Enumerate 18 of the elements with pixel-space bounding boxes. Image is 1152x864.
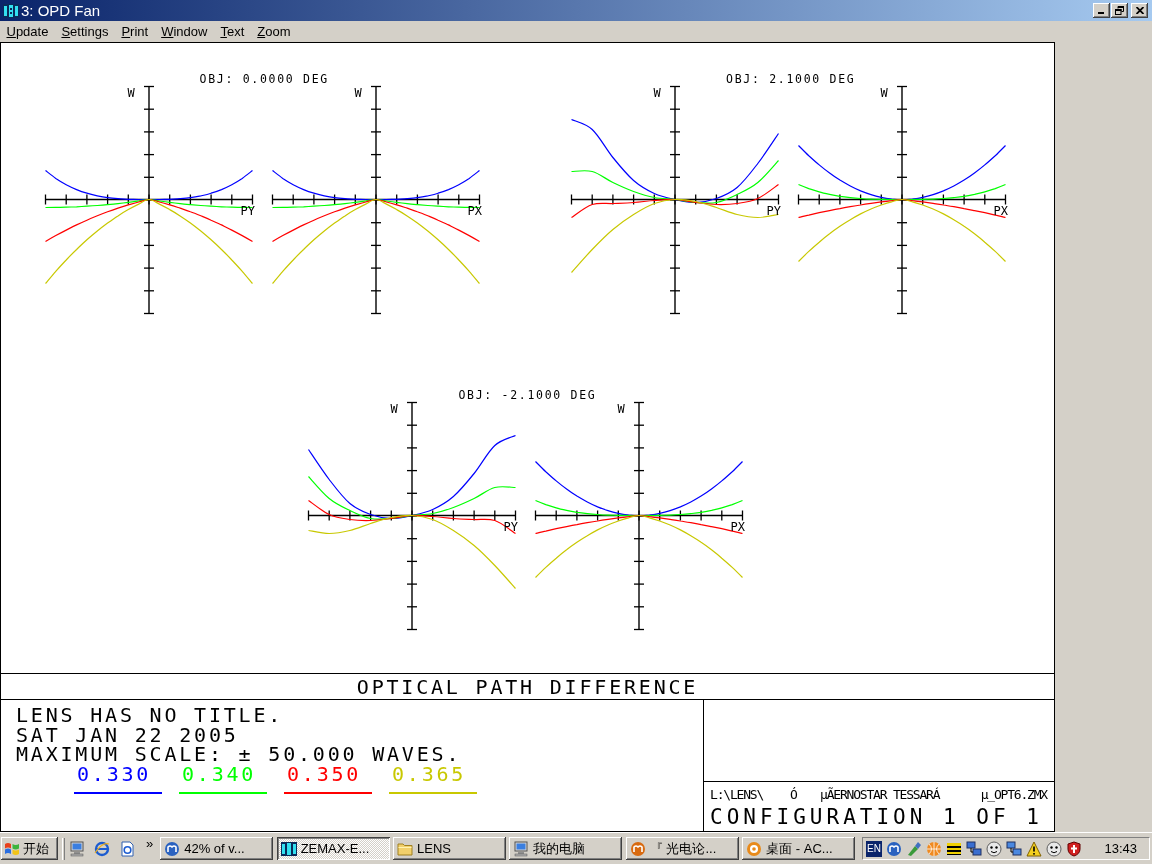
plot-title: OBJ: 2.1000 DEG xyxy=(726,73,856,86)
clock: 13:43 xyxy=(1104,840,1137,857)
wavelength-label: 0.365 xyxy=(391,764,467,784)
info-line: MAXIMUM SCALE: ± 50.000 WAVES. xyxy=(16,745,463,765)
plot-title: OBJ: 0.0000 DEG xyxy=(199,73,329,86)
chart-caption: OPTICAL PATH DIFFERENCE xyxy=(356,675,699,698)
file-path: L:\LENS\ xyxy=(710,787,764,803)
info-line: LENS HAS NO TITLE. xyxy=(16,706,285,726)
wavelength-label: 0.350 xyxy=(286,764,362,784)
file-marker: Ó xyxy=(790,787,798,803)
wavelength-label: 0.330 xyxy=(76,764,152,784)
wavelength-label: 0.340 xyxy=(181,764,257,784)
plot-title: OBJ: -2.1000 DEG xyxy=(458,389,597,402)
file-name: µ_OPT6.ZMX xyxy=(980,787,1047,803)
info-line: SAT JAN 22 2005 xyxy=(16,725,240,745)
configuration-label: CONFIGURATION 1 OF 1 xyxy=(710,805,1044,829)
window-title: 3: OPD Fan xyxy=(21,1,101,20)
lens-name: µÃERNOSTAR TESSARÁ xyxy=(820,787,941,803)
